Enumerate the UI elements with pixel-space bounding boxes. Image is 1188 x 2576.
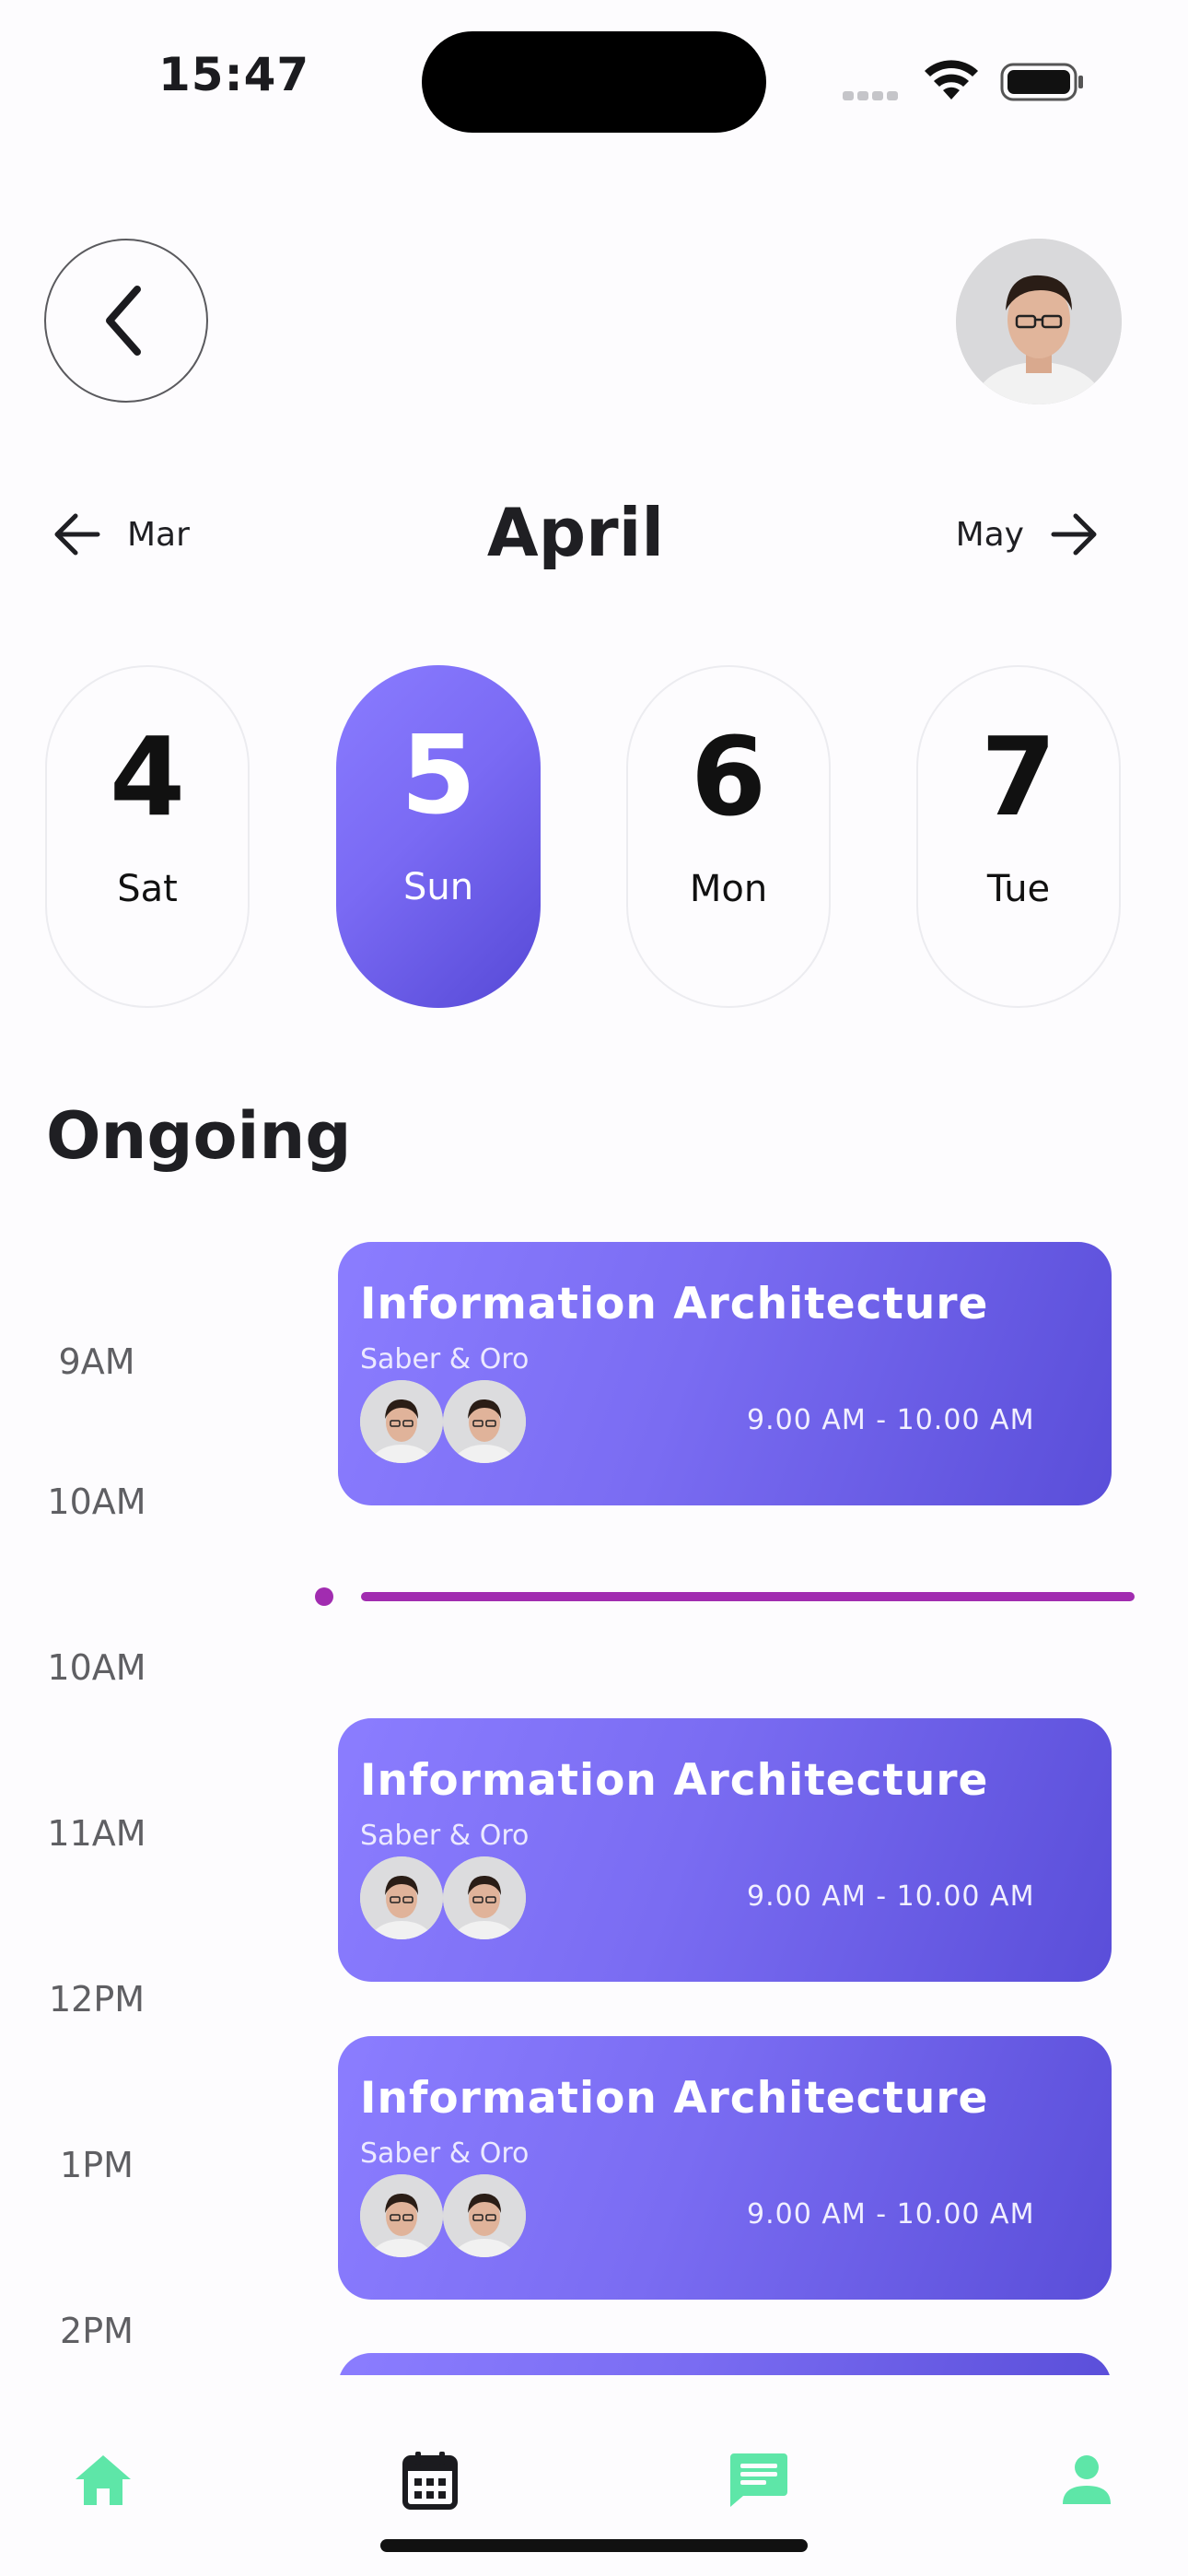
event-time: 9.00 AM - 10.00 AM: [747, 1404, 1035, 1436]
day-weekday: Sat: [117, 868, 178, 910]
day-pill[interactable]: 7 Tue: [916, 665, 1121, 1008]
arrow-right-icon: [1051, 513, 1097, 556]
time-label: 10AM: [47, 1647, 146, 1688]
calendar-icon: [402, 2452, 458, 2510]
section-title: Ongoing: [46, 1098, 352, 1174]
status-time: 15:47: [158, 48, 310, 101]
home-indicator[interactable]: [380, 2539, 808, 2552]
chevron-left-icon: [106, 286, 141, 356]
day-pill[interactable]: 6 Mon: [626, 665, 831, 1008]
next-month-button[interactable]: May: [956, 505, 1100, 564]
event-participants: Saber & Oro: [360, 2137, 530, 2170]
participant-avatar: [443, 2174, 526, 2257]
day-pill-selected[interactable]: 5 Sun: [336, 665, 541, 1008]
participant-avatar: [443, 1856, 526, 1939]
day-weekday: Sun: [402, 866, 474, 908]
time-label: 11AM: [47, 1813, 146, 1854]
event-time: 9.00 AM - 10.00 AM: [747, 1880, 1035, 1913]
chat-icon: [730, 2453, 787, 2507]
profile-avatar[interactable]: [956, 239, 1122, 404]
day-number: 4: [109, 713, 186, 840]
current-time-line: [361, 1592, 1135, 1601]
participant-avatar: [360, 1380, 443, 1463]
dynamic-island: [422, 31, 766, 133]
event-card[interactable]: Information Architecture Saber & Oro 9.0…: [338, 1242, 1112, 1505]
profile-icon: [1063, 2455, 1111, 2504]
current-time-dot: [315, 1587, 333, 1606]
event-title: Information Architecture: [360, 2073, 989, 2124]
event-participants: Saber & Oro: [360, 1820, 530, 1852]
event-time: 9.00 AM - 10.00 AM: [747, 2198, 1035, 2231]
nav-profile[interactable]: [1050, 2443, 1124, 2517]
time-label: 12PM: [48, 1979, 146, 2020]
event-card[interactable]: Information Architecture Saber & Oro 9.0…: [338, 2036, 1112, 2300]
day-weekday: Mon: [689, 868, 768, 910]
day-weekday: Tue: [986, 868, 1051, 910]
event-card[interactable]: Information Architecture Saber & Oro 9.0…: [338, 1718, 1112, 1982]
day-number: 7: [980, 713, 1057, 840]
participant-avatar: [443, 1380, 526, 1463]
nav-chat[interactable]: [722, 2443, 796, 2517]
day-number: 5: [400, 711, 477, 838]
nav-home[interactable]: [66, 2443, 140, 2517]
wifi-icon: [921, 57, 982, 105]
battery-icon: [1000, 63, 1085, 105]
day-number: 6: [690, 713, 767, 840]
time-label: 10AM: [47, 1481, 146, 1522]
cellular-signal-icon: [843, 87, 902, 104]
next-month-label: May: [955, 515, 1024, 554]
event-title: Information Architecture: [360, 1279, 989, 1329]
nav-calendar[interactable]: [393, 2443, 467, 2517]
event-participants: Saber & Oro: [360, 1343, 530, 1376]
participant-avatar: [360, 2174, 443, 2257]
day-pill[interactable]: 4 Sat: [45, 665, 250, 1008]
participant-avatar: [360, 1856, 443, 1939]
time-label: 2PM: [60, 2311, 134, 2351]
back-button[interactable]: [44, 239, 208, 403]
time-label: 9AM: [58, 1341, 135, 1382]
event-title: Information Architecture: [360, 1755, 989, 1806]
time-label: 1PM: [60, 2145, 134, 2185]
home-icon: [76, 2455, 131, 2505]
